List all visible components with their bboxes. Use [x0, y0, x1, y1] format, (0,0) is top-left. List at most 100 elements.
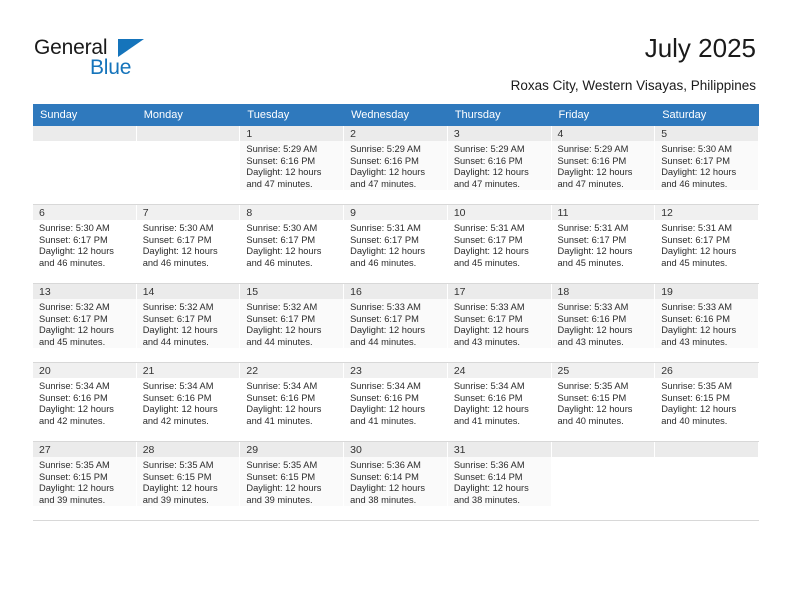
day-cell-inner — [655, 442, 759, 520]
day-number: 9 — [344, 205, 447, 220]
day-sunset-line: Sunset: 6:15 PM — [39, 471, 108, 482]
calendar-day-cell[interactable]: 22 Sunrise: 5:34 AM Sunset: 6:16 PM Dayligh… — [240, 362, 345, 442]
day-cell-details: Sunrise: 5:36 AM Sunset: 6:14 PM Daylight:… — [344, 457, 447, 507]
calendar-day-cell[interactable]: 17 Sunrise: 5:33 AM Sunset: 6:17 PM Dayligh… — [447, 283, 552, 363]
calendar-day-cell[interactable]: 2 Sunrise: 5:29 AM Sunset: 6:16 PM Daylight… — [344, 126, 448, 205]
day-sunset-line: Sunset: 6:17 PM — [39, 313, 108, 324]
calendar-grid: Sunday Monday Tuesday Wednesday Thursday… — [33, 104, 759, 521]
day-daylight-line: Daylight: 12 hours — [453, 404, 529, 415]
calendar-day-cell[interactable]: 26 Sunrise: 5:35 AM Sunset: 6:15 PM Dayligh… — [655, 362, 759, 442]
calendar-day-cell[interactable]: 5 Sunrise: 5:30 AM Sunset: 6:17 PM Daylight… — [655, 126, 759, 205]
day-cell-inner: 3 Sunrise: 5:29 AM Sunset: 6:16 PM Daylight… — [447, 126, 552, 204]
calendar-day-cell[interactable]: 13 Sunrise: 5:32 AM Sunset: 6:17 PM Dayligh… — [33, 283, 137, 363]
calendar-day-cell[interactable]: 27 Sunrise: 5:35 AM Sunset: 6:15 PM Dayligh… — [33, 441, 137, 521]
day-cell-details: Sunrise: 5:35 AM Sunset: 6:15 PM Daylight:… — [552, 378, 655, 427]
calendar-day-cell[interactable]: 19 Sunrise: 5:33 AM Sunset: 6:16 PM Dayligh… — [655, 283, 759, 363]
calendar-day-cell[interactable]: 15 Sunrise: 5:32 AM Sunset: 6:17 PM Dayligh… — [240, 283, 345, 363]
day-sunset-line: Sunset: 6:15 PM — [661, 392, 730, 403]
day-cell-inner: 31 Sunrise: 5:36 AM Sunset: 6:14 PM Dayligh… — [447, 442, 552, 520]
day-cell-inner: 25 Sunrise: 5:35 AM Sunset: 6:15 PM Dayligh… — [551, 363, 656, 441]
calendar-day-cell[interactable]: 30 Sunrise: 5:36 AM Sunset: 6:14 PM Dayligh… — [344, 441, 448, 521]
day-cell-inner: 5 Sunrise: 5:30 AM Sunset: 6:17 PM Daylight… — [655, 126, 759, 204]
day-cell-details: Sunrise: 5:29 AM Sunset: 6:16 PM Daylight:… — [551, 141, 655, 191]
calendar-day-cell[interactable]: 24 Sunrise: 5:34 AM Sunset: 6:16 PM Dayligh… — [447, 362, 552, 442]
day-sunset-line: Sunset: 6:16 PM — [246, 155, 316, 166]
day-sunset-line: Sunset: 6:16 PM — [246, 392, 316, 403]
calendar-empty-cell — [655, 441, 759, 521]
calendar-day-cell[interactable]: 23 Sunrise: 5:34 AM Sunset: 6:16 PM Dayligh… — [344, 362, 448, 442]
day-daylight-line: Daylight: 12 hours — [453, 483, 529, 494]
calendar-day-cell[interactable]: 20 Sunrise: 5:34 AM Sunset: 6:16 PM Dayligh… — [33, 362, 137, 442]
day-sunrise-line: Sunrise: 5:30 AM — [661, 144, 733, 154]
day-cell-details: Sunrise: 5:33 AM Sunset: 6:17 PM Daylight:… — [344, 299, 447, 349]
day-sunrise-line: Sunrise: 5:35 AM — [661, 381, 733, 391]
day-cell-details: Sunrise: 5:35 AM Sunset: 6:15 PM Daylight:… — [655, 378, 758, 427]
day-sunrise-line: Sunrise: 5:29 AM — [246, 144, 318, 154]
calendar-day-cell[interactable]: 28 Sunrise: 5:35 AM Sunset: 6:15 PM Dayligh… — [136, 441, 241, 521]
day-daylight-line: and 40 minutes. — [557, 415, 624, 426]
day-number — [33, 126, 136, 141]
calendar-day-cell[interactable]: 4 Sunrise: 5:29 AM Sunset: 6:16 PM Daylight… — [551, 126, 656, 205]
calendar-day-cell[interactable]: 1 Sunrise: 5:29 AM Sunset: 6:16 PM Daylight… — [240, 126, 345, 205]
calendar-day-cell[interactable]: 11 Sunrise: 5:31 AM Sunset: 6:17 PM Dayligh… — [551, 204, 656, 284]
day-cell-inner: 28 Sunrise: 5:35 AM Sunset: 6:15 PM Dayligh… — [136, 442, 241, 520]
calendar-table: Sunday Monday Tuesday Wednesday Thursday… — [33, 104, 759, 521]
day-number: 11 — [551, 205, 655, 220]
day-cell-inner: 16 Sunrise: 5:33 AM Sunset: 6:17 PM Dayligh… — [344, 284, 448, 362]
calendar-day-cell[interactable]: 18 Sunrise: 5:33 AM Sunset: 6:16 PM Dayligh… — [551, 283, 656, 363]
calendar-day-cell[interactable]: 8 Sunrise: 5:30 AM Sunset: 6:17 PM Daylight… — [240, 204, 345, 284]
calendar-day-cell[interactable]: 6 Sunrise: 5:30 AM Sunset: 6:17 PM Daylight… — [33, 204, 137, 284]
day-cell-details: Sunrise: 5:34 AM Sunset: 6:16 PM Daylight:… — [448, 378, 551, 427]
day-cell-inner: 22 Sunrise: 5:34 AM Sunset: 6:16 PM Dayligh… — [240, 363, 345, 441]
day-number: 15 — [240, 284, 344, 299]
day-cell-inner: 24 Sunrise: 5:34 AM Sunset: 6:16 PM Dayligh… — [447, 363, 552, 441]
calendar-day-cell[interactable]: 16 Sunrise: 5:33 AM Sunset: 6:17 PM Dayligh… — [344, 283, 448, 363]
day-daylight-line: Daylight: 12 hours — [453, 167, 529, 178]
calendar-day-cell[interactable]: 10 Sunrise: 5:31 AM Sunset: 6:17 PM Dayligh… — [447, 204, 552, 284]
day-cell-inner: 29 Sunrise: 5:35 AM Sunset: 6:15 PM Dayligh… — [240, 442, 345, 520]
weekday-header-friday: Friday — [551, 104, 656, 126]
day-cell-inner: 8 Sunrise: 5:30 AM Sunset: 6:17 PM Daylight… — [240, 205, 345, 283]
day-number: 27 — [33, 442, 136, 457]
day-daylight-line: and 47 minutes. — [557, 178, 624, 189]
calendar-day-cell[interactable]: 7 Sunrise: 5:30 AM Sunset: 6:17 PM Daylight… — [136, 204, 241, 284]
day-cell-details: Sunrise: 5:34 AM Sunset: 6:16 PM Daylight:… — [33, 378, 136, 427]
weekday-header-thursday: Thursday — [447, 104, 552, 126]
calendar-week-row: 6 Sunrise: 5:30 AM Sunset: 6:17 PM Daylight… — [33, 204, 759, 284]
calendar-day-cell[interactable]: 14 Sunrise: 5:32 AM Sunset: 6:17 PM Dayligh… — [136, 283, 241, 363]
day-number: 22 — [240, 363, 344, 378]
calendar-day-cell[interactable]: 25 Sunrise: 5:35 AM Sunset: 6:15 PM Dayligh… — [551, 362, 656, 442]
calendar-week-row: 13 Sunrise: 5:32 AM Sunset: 6:17 PM Dayligh… — [33, 283, 759, 363]
day-cell-details: Sunrise: 5:31 AM Sunset: 6:17 PM Daylight:… — [448, 220, 551, 269]
day-number: 18 — [551, 284, 655, 299]
day-cell-details: Sunrise: 5:32 AM Sunset: 6:17 PM Daylight:… — [136, 299, 240, 349]
day-sunrise-line: Sunrise: 5:34 AM — [453, 381, 525, 391]
day-daylight-line: and 43 minutes. — [661, 336, 728, 347]
calendar-empty-cell — [33, 126, 137, 205]
weekday-header-monday: Monday — [136, 104, 241, 126]
calendar-day-cell[interactable]: 29 Sunrise: 5:35 AM Sunset: 6:15 PM Dayligh… — [240, 441, 345, 521]
day-daylight-line: Daylight: 12 hours — [557, 167, 633, 178]
day-daylight-line: Daylight: 12 hours — [246, 325, 322, 336]
calendar-day-cell[interactable]: 31 Sunrise: 5:36 AM Sunset: 6:14 PM Dayligh… — [447, 441, 552, 521]
day-daylight-line: and 44 minutes. — [142, 336, 209, 347]
day-sunrise-line: Sunrise: 5:30 AM — [39, 223, 110, 233]
calendar-day-cell[interactable]: 12 Sunrise: 5:31 AM Sunset: 6:17 PM Dayligh… — [655, 204, 759, 284]
calendar-day-cell[interactable]: 9 Sunrise: 5:31 AM Sunset: 6:17 PM Daylight… — [344, 204, 448, 284]
day-cell-details: Sunrise: 5:30 AM Sunset: 6:17 PM Daylight:… — [33, 220, 136, 269]
day-cell-details: Sunrise: 5:36 AM Sunset: 6:14 PM Daylight:… — [447, 457, 551, 507]
calendar-day-cell[interactable]: 3 Sunrise: 5:29 AM Sunset: 6:16 PM Daylight… — [447, 126, 552, 205]
day-cell-details — [655, 457, 758, 460]
day-daylight-line: Daylight: 12 hours — [453, 246, 529, 257]
day-sunrise-line: Sunrise: 5:32 AM — [39, 302, 110, 312]
day-daylight-line: Daylight: 12 hours — [557, 325, 633, 336]
day-number — [655, 442, 758, 457]
day-cell-inner — [33, 126, 137, 204]
day-cell-inner: 20 Sunrise: 5:34 AM Sunset: 6:16 PM Dayligh… — [33, 363, 137, 441]
day-number: 10 — [447, 205, 551, 220]
day-daylight-line: and 40 minutes. — [661, 415, 728, 426]
day-number: 24 — [447, 363, 551, 378]
day-daylight-line: and 42 minutes. — [39, 415, 106, 426]
calendar-day-cell[interactable]: 21 Sunrise: 5:34 AM Sunset: 6:16 PM Dayligh… — [136, 362, 241, 442]
day-cell-details — [137, 141, 240, 144]
